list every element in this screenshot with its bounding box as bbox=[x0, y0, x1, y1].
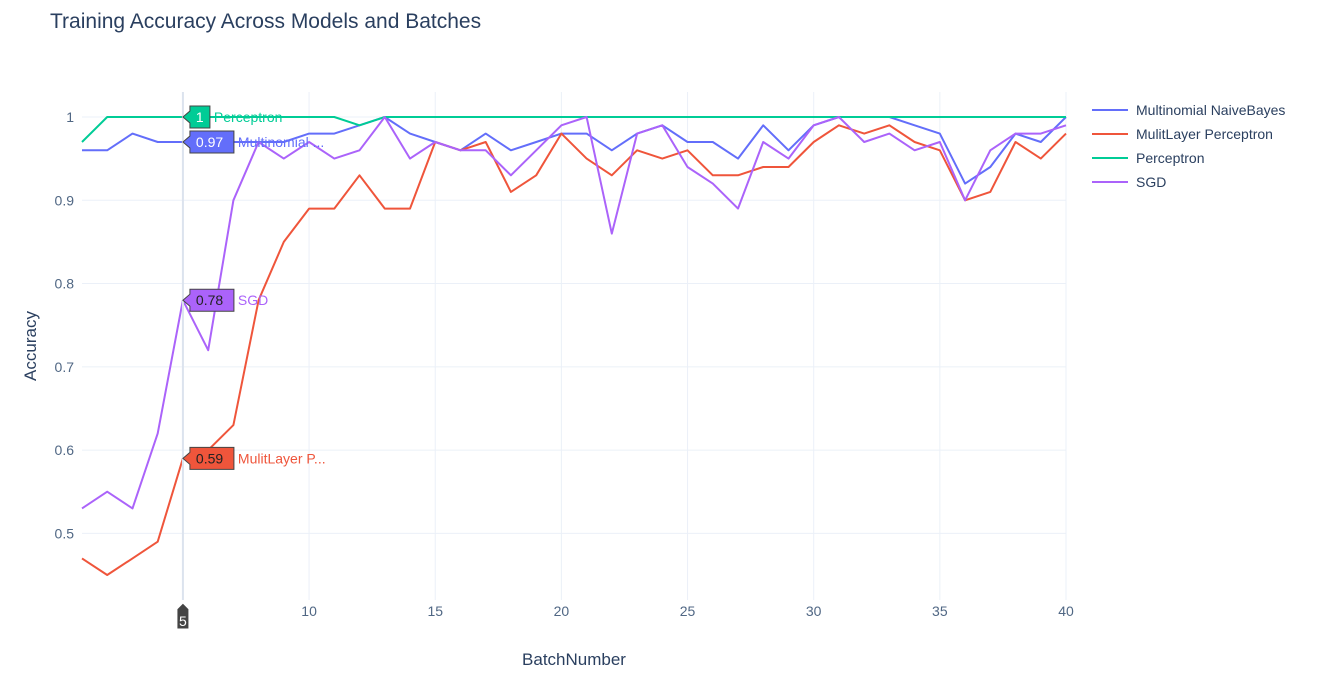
y-axis-ticks: 0.5 0.6 0.7 0.8 0.9 1 bbox=[55, 109, 75, 541]
x-tick-label: 30 bbox=[806, 603, 822, 619]
legend-item[interactable]: SGD bbox=[1092, 174, 1166, 190]
x-axis-title: BatchNumber bbox=[522, 650, 626, 669]
hover-label-value: 0.59 bbox=[196, 450, 223, 466]
hover-label-value: 1 bbox=[196, 109, 204, 125]
y-tick-label: 0.8 bbox=[55, 276, 75, 292]
legend-item[interactable]: MulitLayer Perceptron bbox=[1092, 126, 1273, 142]
legend-label: SGD bbox=[1136, 174, 1166, 190]
y-tick-label: 0.6 bbox=[55, 442, 75, 458]
x-hover-label: 5 bbox=[179, 613, 187, 629]
y-tick-label: 0.7 bbox=[55, 359, 75, 375]
legend-label: Multinomial NaiveBayes bbox=[1136, 102, 1285, 118]
y-tick-label: 1 bbox=[66, 109, 74, 125]
y-tick-label: 0.5 bbox=[55, 525, 75, 541]
series-lines bbox=[81, 116, 1067, 576]
x-tick-label: 20 bbox=[554, 603, 570, 619]
hover-labels: 1 Perceptron 0.97 Multinomial ... 0.78 SGD 0.5… bbox=[182, 105, 326, 470]
grid-lines bbox=[82, 92, 1067, 600]
x-tick-label: 40 bbox=[1058, 603, 1074, 619]
legend-item[interactable]: Perceptron bbox=[1092, 150, 1204, 166]
legend-label: Perceptron bbox=[1136, 150, 1204, 166]
hover-spike: 5 bbox=[176, 92, 190, 630]
x-tick-label: 35 bbox=[932, 603, 948, 619]
x-axis-ticks: 510152025303540 bbox=[179, 603, 1074, 619]
x-tick-label: 25 bbox=[680, 603, 696, 619]
hover-label-series: MulitLayer P... bbox=[238, 450, 326, 466]
series-line-mulitlayer-perceptron[interactable] bbox=[81, 124, 1067, 576]
legend-label: MulitLayer Perceptron bbox=[1136, 126, 1273, 142]
hover-label-series: SGD bbox=[238, 292, 268, 308]
line-chart: Training Accuracy Across Models and Batc… bbox=[21, 10, 1285, 669]
x-tick-label: 10 bbox=[301, 603, 317, 619]
hover-label-value: 0.97 bbox=[196, 134, 223, 150]
legend[interactable]: Multinomial NaiveBayes MulitLayer Percept… bbox=[1092, 102, 1285, 190]
chart-title: Training Accuracy Across Models and Batc… bbox=[50, 10, 481, 33]
hover-label-series: Multinomial ... bbox=[238, 134, 324, 150]
y-axis-title: Accuracy bbox=[21, 311, 40, 381]
hover-label-series: Perceptron bbox=[214, 109, 282, 125]
legend-item[interactable]: Multinomial NaiveBayes bbox=[1092, 102, 1285, 118]
hover-label-value: 0.78 bbox=[196, 292, 223, 308]
x-tick-label: 15 bbox=[427, 603, 443, 619]
y-tick-label: 0.9 bbox=[55, 192, 75, 208]
